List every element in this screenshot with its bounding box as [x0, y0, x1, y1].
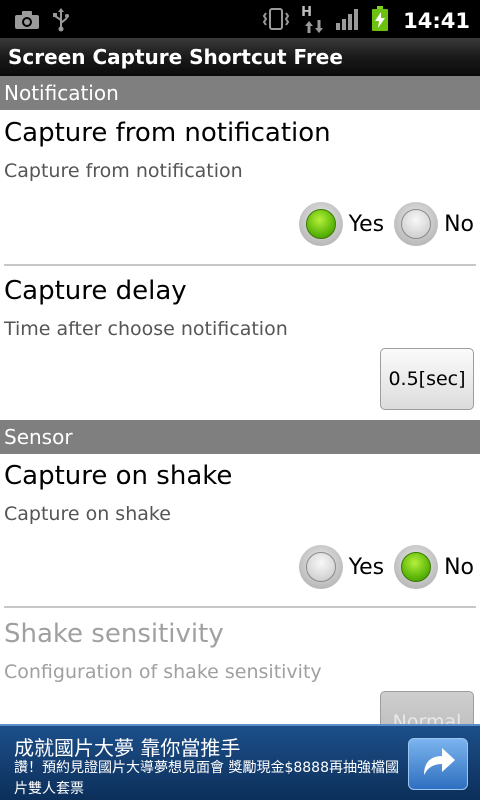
pref-title: Capture delay — [4, 276, 187, 306]
signal-icon — [335, 7, 361, 35]
radio-yes[interactable]: Yes — [298, 545, 391, 589]
radio-unselected-indicator — [401, 209, 432, 239]
section-header-sensor: Sensor — [0, 420, 480, 454]
radio-unselected-indicator — [305, 552, 336, 582]
usb-icon — [52, 8, 70, 36]
ad-action-button[interactable] — [408, 738, 468, 790]
section-label: Sensor — [4, 425, 73, 449]
radio-group-capture-shake: Yes No — [295, 545, 480, 589]
pref-title: Capture from notification — [4, 118, 331, 148]
pref-summary: Capture on shake — [4, 503, 171, 525]
arrow-redo-icon — [418, 745, 458, 783]
radio-label-yes: Yes — [348, 554, 385, 580]
pref-title: Capture on shake — [4, 461, 233, 491]
radio-label-yes: Yes — [348, 211, 385, 237]
capture-delay-value-button[interactable]: 0.5[sec] — [380, 348, 474, 410]
radio-group-capture-notification: Yes No — [295, 202, 480, 246]
camera-icon — [14, 10, 40, 34]
divider — [4, 264, 476, 266]
ad-headline: 成就國片大夢 靠你當推手 — [14, 736, 241, 760]
ad-body: 讚！預約見證國片大導夢想見面會 獎勵現金$8888再抽強檔國片雙人套票 — [14, 760, 399, 797]
battery-charging-icon — [371, 6, 389, 36]
section-label: Notification — [4, 81, 119, 105]
radio-no[interactable]: No — [394, 202, 480, 246]
clock: 14:41 — [403, 9, 470, 33]
vibrate-icon — [261, 7, 291, 35]
status-bar: H 14:41 — [0, 0, 480, 38]
radio-selected-indicator — [305, 209, 336, 239]
radio-label-no: No — [444, 554, 474, 580]
pref-title: Shake sensitivity — [4, 619, 224, 649]
radio-label-no: No — [444, 211, 474, 237]
radio-selected-indicator — [401, 552, 432, 582]
pref-summary: Configuration of shake sensitivity — [4, 661, 322, 683]
radio-no[interactable]: No — [394, 545, 480, 589]
ad-banner[interactable]: 成就國片大夢 靠你當推手 讚！預約見證國片大導夢想見面會 獎勵現金$8888再抽… — [0, 724, 480, 800]
data-transfer-icon: H — [301, 5, 325, 35]
radio-yes[interactable]: Yes — [298, 202, 391, 246]
pref-summary: Time after choose notification — [4, 318, 288, 340]
divider — [4, 606, 476, 608]
section-header-notification: Notification — [0, 76, 480, 110]
app-title: Screen Capture Shortcut Free — [8, 45, 343, 69]
pref-summary: Capture from notification — [4, 160, 243, 182]
app-title-bar: Screen Capture Shortcut Free — [0, 38, 480, 76]
